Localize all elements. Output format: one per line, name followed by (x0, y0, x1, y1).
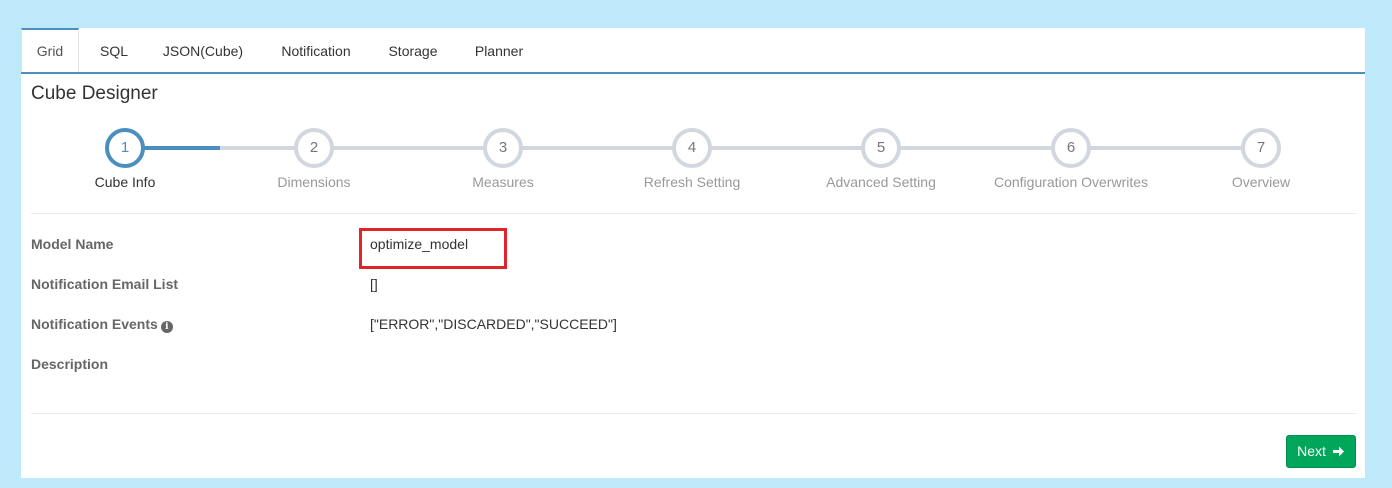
notification-events-label-text: Notification Events (31, 316, 158, 332)
step-label: Dimensions (277, 174, 351, 190)
step-number: 1 (105, 128, 145, 168)
model-name-row: Model Name optimize_model (31, 236, 1351, 256)
step-cube-info[interactable]: 1 Cube Info (25, 128, 225, 190)
step-measures[interactable]: 3 Measures (403, 128, 603, 190)
step-label: Measures (472, 174, 534, 190)
tab-json-cube[interactable]: JSON(Cube) (158, 28, 248, 72)
step-label: Cube Info (94, 174, 156, 190)
step-label: Overview (1231, 174, 1291, 190)
step-refresh-setting[interactable]: 4 Refresh Setting (592, 128, 792, 190)
footer-divider (31, 413, 1356, 414)
step-dimensions[interactable]: 2 Dimensions (214, 128, 414, 190)
wizard-steps: 1 Cube Info 2 Dimensions 3 Measures 4 Re… (21, 128, 1365, 198)
tab-sql[interactable]: SQL (94, 28, 134, 72)
model-name-label: Model Name (31, 236, 114, 252)
next-button[interactable]: Next (1286, 435, 1356, 468)
description-label: Description (31, 356, 109, 372)
notification-events-label: Notification Events i (31, 316, 173, 333)
step-number: 2 (294, 128, 334, 168)
step-number: 6 (1051, 128, 1091, 168)
tab-bar: Grid SQL JSON(Cube) Notification Storage… (21, 28, 1365, 74)
step-number: 5 (861, 128, 901, 168)
email-list-label: Notification Email List (31, 276, 179, 292)
description-row: Description (31, 356, 1351, 376)
step-overview[interactable]: 7 Overview (1161, 128, 1361, 190)
next-button-label: Next (1297, 443, 1326, 459)
step-number: 3 (483, 128, 523, 168)
step-number: 7 (1241, 128, 1281, 168)
email-list-value: [] (370, 276, 378, 292)
step-configuration-overwrites[interactable]: 6 Configuration Overwrites (971, 128, 1171, 190)
tab-notification[interactable]: Notification (276, 28, 356, 72)
notification-events-value: ["ERROR","DISCARDED","SUCCEED"] (370, 316, 617, 332)
step-number: 4 (672, 128, 712, 168)
section-divider (31, 213, 1356, 214)
page-title: Cube Designer (31, 83, 158, 104)
tab-storage[interactable]: Storage (383, 28, 443, 72)
step-label: Configuration Overwrites (993, 174, 1149, 190)
step-advanced-setting[interactable]: 5 Advanced Setting (781, 128, 981, 190)
step-label: Advanced Setting (826, 174, 936, 190)
cube-designer-panel: Grid SQL JSON(Cube) Notification Storage… (21, 28, 1365, 478)
info-circle-icon[interactable]: i (160, 321, 173, 333)
model-name-highlight-box (359, 228, 507, 269)
tab-grid[interactable]: Grid (21, 28, 79, 72)
arrow-right-icon (1332, 446, 1344, 457)
notification-events-row: Notification Events i ["ERROR","DISCARDED… (31, 316, 1351, 336)
email-list-row: Notification Email List [] (31, 276, 1351, 296)
tab-planner[interactable]: Planner (469, 28, 529, 72)
step-label: Refresh Setting (643, 174, 741, 190)
